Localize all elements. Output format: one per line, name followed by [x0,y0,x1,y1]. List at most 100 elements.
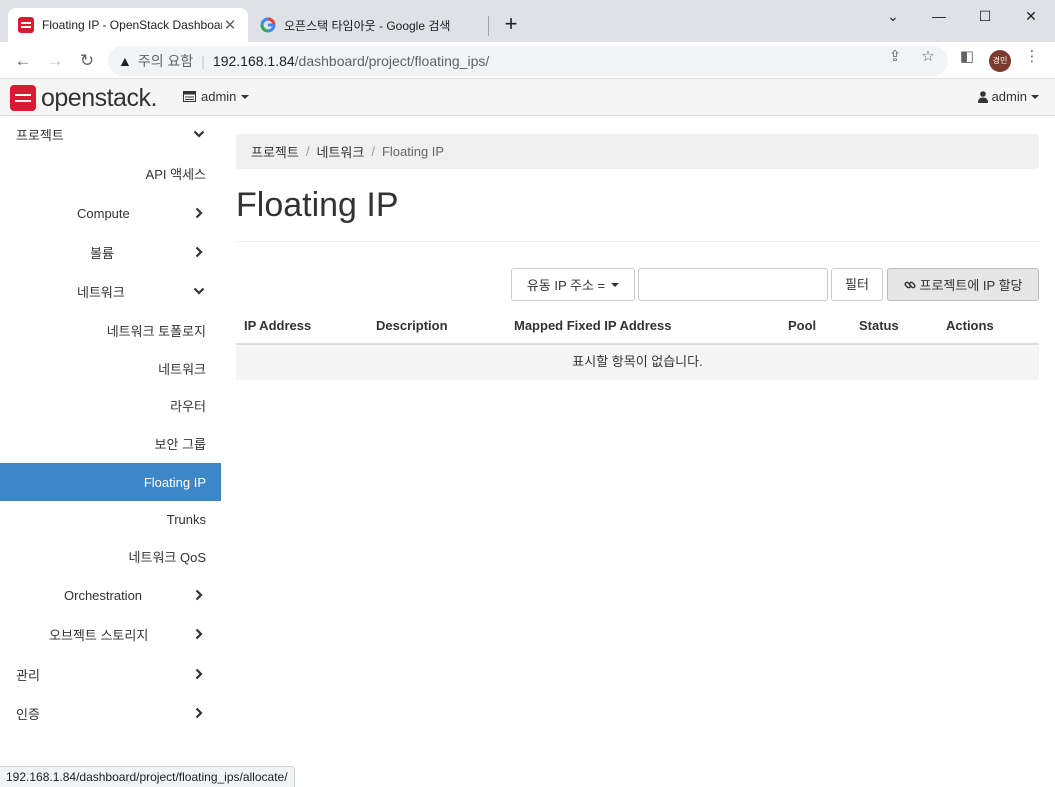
user-icon [977,90,988,103]
forward-arrow-icon[interactable]: → [42,48,68,74]
bookmark-star-icon[interactable]: ☆ [918,47,938,65]
chevron-right-icon [195,589,203,601]
sidebar-item-label: Compute [77,205,130,221]
openstack-logo-icon [10,85,36,111]
chevron-right-icon [195,707,203,719]
sidebar-item-label: 관리 [16,667,40,683]
sidebar-item-label: 네트워크 QoS [128,549,206,565]
reload-icon[interactable]: ↻ [74,48,100,74]
tab-title: Floating IP - OpenStack Dashboard [42,18,222,32]
sidebar-item-orchestration[interactable]: Orchestration [0,577,221,613]
sidebar-item-label: 오브젝트 스토리지 [49,627,149,643]
filter-button[interactable]: 필터 [831,268,883,301]
status-url-bubble: 192.168.1.84/dashboard/project/floating_… [0,766,295,787]
sidebar-item-trunks[interactable]: Trunks [0,501,221,537]
project-dropdown[interactable]: admin [183,89,250,104]
breadcrumb: 프로젝트 / 네트워크 / Floating IP [236,134,1039,169]
sidebar-item-label: 프로젝트 [16,127,64,143]
project-name: admin [201,89,237,104]
page-title: Floating IP [236,186,399,224]
chevron-down-icon [193,287,205,295]
column-status[interactable]: Status [859,318,899,333]
allocate-ip-label: 프로젝트에 IP 할당 [919,278,1023,293]
sidebar-item-networks[interactable]: 네트워크 [0,350,221,386]
sidebar-item-network-qos[interactable]: 네트워크 QoS [0,538,221,574]
sidebar-item-label: 네트워크 토폴로지 [106,323,206,339]
project-list-icon [183,91,196,102]
security-status[interactable]: 주의 요함 [138,51,193,71]
breadcrumb-separator: / [371,144,375,159]
maximize-button[interactable]: ☐ [962,4,1008,28]
share-icon[interactable]: ⇪ [885,47,905,65]
filter-select-value: 유동 IP 주소 = [526,278,606,293]
new-tab-button[interactable]: + [498,12,524,38]
close-tab-icon[interactable]: ✕ [222,16,238,34]
sidebar-item-label: Trunks [166,511,206,527]
tab-divider [488,16,489,36]
browser-tabstrip: Floating IP - OpenStack Dashboard ✕ 오픈스택… [0,0,1055,42]
sidebar-item-object-storage[interactable]: 오브젝트 스토리지 [0,616,221,652]
browser-tab-active[interactable]: Floating IP - OpenStack Dashboard ✕ [8,8,248,42]
sidebar-item-network[interactable]: 네트워크 [0,273,221,309]
caret-down-icon [611,282,620,287]
url-host[interactable]: 192.168.1.84 [213,53,295,69]
chevron-down-icon[interactable]: ⌄ [870,4,916,28]
sidebar-item-project[interactable]: 프로젝트 [0,116,221,152]
sidebar-item-label: API 액세스 [145,166,206,182]
table-empty-row: 표시할 항목이 없습니다. [236,345,1039,380]
user-dropdown[interactable]: admin [977,89,1039,104]
sidebar-item-compute[interactable]: Compute [0,195,221,231]
back-arrow-icon[interactable]: ← [10,48,36,74]
sidebar-item-floating-ip[interactable]: Floating IP [0,463,221,501]
breadcrumb-separator: / [305,144,310,159]
breadcrumb-network[interactable]: 네트워크 [316,142,364,161]
sidebar-item-label: 네트워크 [77,284,125,300]
side-panel-icon[interactable]: ◧ [957,47,977,65]
chevron-right-icon [195,207,203,219]
caret-down-icon [241,94,250,99]
sidebar-item-api-access[interactable]: API 액세스 [0,155,221,191]
column-actions: Actions [946,318,994,333]
chevron-down-icon [193,130,205,138]
breadcrumb-project[interactable]: 프로젝트 [251,142,299,161]
sidebar-item-volumes[interactable]: 볼륨 [0,234,221,270]
filter-input[interactable] [638,268,828,301]
sidebar-item-routers[interactable]: 라우터 [0,387,221,423]
logo-text: openstack. [41,83,157,112]
chevron-right-icon [195,668,203,680]
column-pool[interactable]: Pool [788,318,816,333]
user-name: admin [991,89,1027,104]
sidebar-item-network-topology[interactable]: 네트워크 토폴로지 [0,312,221,348]
tab-title: 오픈스택 타임아웃 - Google 검색 [284,18,451,33]
address-divider: | [201,53,205,69]
sidebar: 프로젝트 API 액세스 Compute 볼륨 네트워크 네트워크 토폴로지 네… [0,116,221,766]
sidebar-item-label: Orchestration [64,587,143,603]
sidebar-item-label: 네트워크 [158,361,206,377]
column-ip-address[interactable]: IP Address [244,318,311,333]
google-favicon-icon [260,17,276,33]
column-description[interactable]: Description [376,318,448,333]
browser-tab[interactable]: 오픈스택 타임아웃 - Google 검색 [250,8,488,42]
warning-icon[interactable]: ▲ [118,53,132,69]
address-bar[interactable]: ▲ 주의 요함 | 192.168.1.84/dashboard/project… [108,46,948,76]
link-icon [903,281,916,288]
url-path[interactable]: /dashboard/project/floating_ips/ [295,53,490,69]
more-menu-icon[interactable]: ⋮ [1022,47,1042,65]
openstack-logo[interactable]: openstack. [10,83,157,113]
sidebar-item-security-groups[interactable]: 보안 그룹 [0,425,221,461]
sidebar-item-label: 볼륨 [90,245,114,261]
column-mapped-fixed-ip[interactable]: Mapped Fixed IP Address [514,318,672,333]
profile-avatar[interactable]: 경민 [989,50,1011,72]
sidebar-item-label: 인증 [16,706,40,722]
chevron-right-icon [195,628,203,640]
openstack-favicon-icon [18,17,34,33]
openstack-header: openstack. admin admin [0,79,1055,116]
sidebar-item-identity[interactable]: 인증 [0,695,221,731]
caret-down-icon [1031,94,1039,99]
allocate-ip-button[interactable]: 프로젝트에 IP 할당 [887,268,1039,301]
minimize-button[interactable]: — [916,4,962,28]
sidebar-item-admin[interactable]: 관리 [0,656,221,692]
close-window-button[interactable]: ✕ [1008,4,1054,28]
filter-field-select[interactable]: 유동 IP 주소 = [511,268,635,301]
chevron-right-icon [195,246,203,258]
